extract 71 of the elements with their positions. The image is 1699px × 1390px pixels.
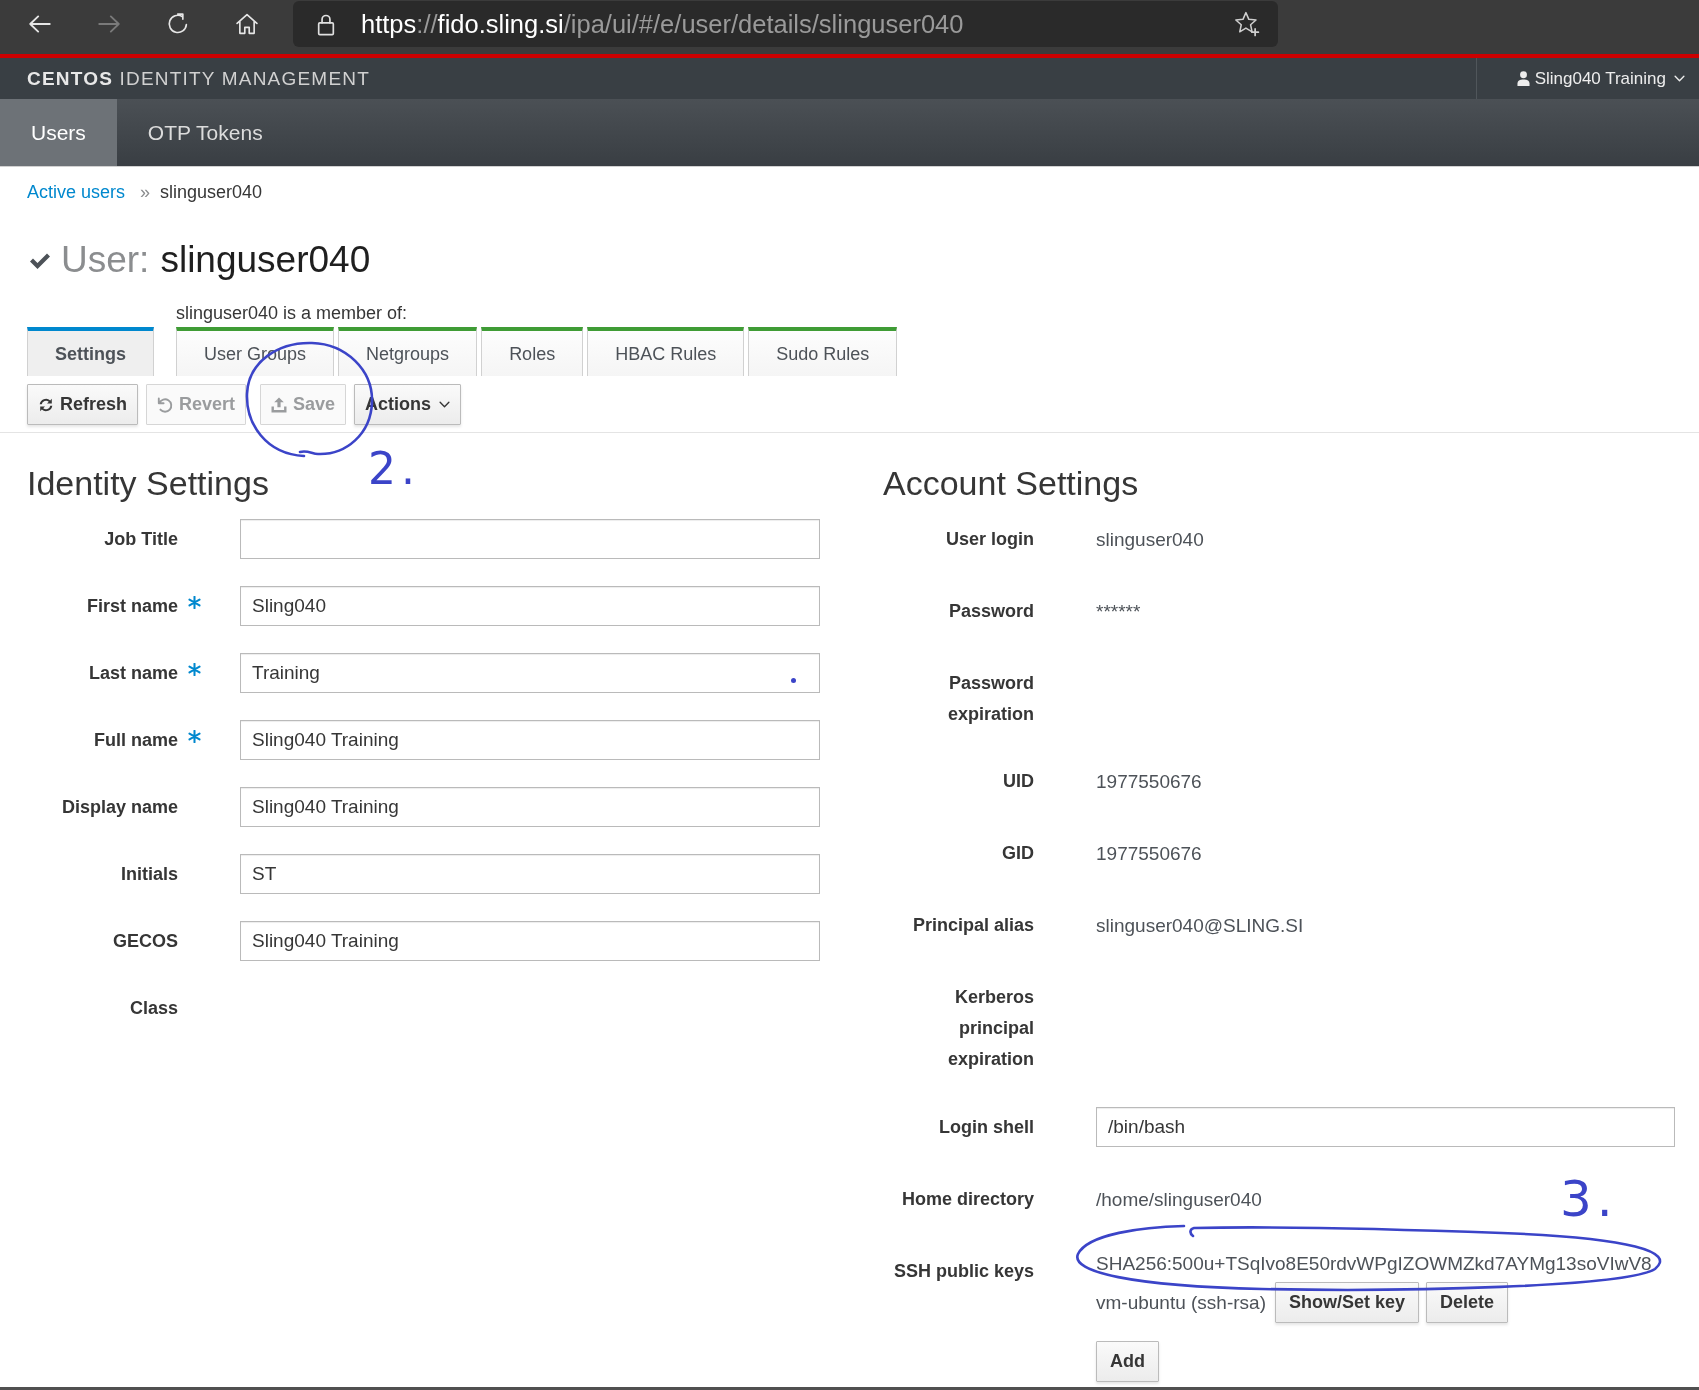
reload-icon[interactable]	[167, 13, 189, 35]
url-text: https://fido.sling.si/ipa/ui/#/e/user/details/slinguser040	[361, 9, 964, 39]
text-input[interactable]: ST	[240, 854, 820, 894]
checkmark-icon	[29, 252, 51, 270]
breadcrumb-separator: »	[140, 181, 151, 204]
lock-icon	[317, 12, 335, 36]
page-title-prefix: User:	[61, 238, 150, 282]
field-label: Initials	[121, 863, 178, 884]
field-value: /home/slinguser040	[1096, 1188, 1262, 1210]
section-tab[interactable]: HBAC Rules	[587, 327, 745, 376]
field-label: Full name	[94, 729, 178, 750]
field-label: Class	[129, 997, 178, 1018]
address-bar[interactable]: https://fido.sling.si/ipa/ui/#/e/user/details/slinguser040	[293, 1, 1278, 47]
field-value: ******	[1096, 600, 1141, 622]
upload-icon	[271, 396, 288, 413]
key-action-button[interactable]: Show/Set key	[1275, 1282, 1420, 1323]
field-value: 1977550676	[1096, 771, 1202, 792]
text-input[interactable]: Sling040 Training	[240, 720, 820, 760]
section-heading: Account Settings	[882, 463, 1139, 504]
field-label: GECOS	[113, 930, 178, 951]
text-input[interactable]: Sling040 Training	[240, 787, 820, 827]
field-label: First name	[86, 595, 178, 616]
text-input[interactable]: Sling040	[240, 586, 820, 626]
star-plus-icon[interactable]	[1234, 11, 1260, 37]
field-label: Home directory	[901, 1188, 1034, 1209]
caret-icon	[439, 401, 451, 408]
section-heading: Identity Settings	[26, 463, 269, 504]
text-input[interactable]: Training	[240, 653, 820, 693]
breadcrumb-current: slinguser040	[160, 181, 263, 204]
home-icon[interactable]	[236, 13, 258, 35]
key-action-button[interactable]: Delete	[1426, 1282, 1509, 1323]
field-label: Last name	[88, 662, 178, 683]
page-title: slinguser040	[160, 238, 371, 282]
person-icon	[1516, 71, 1530, 86]
add-button[interactable]: Add	[1096, 1341, 1159, 1382]
field-label: Principal alias	[912, 915, 1034, 935]
field-label: Display name	[61, 796, 178, 817]
field-value: 1977550676	[1096, 843, 1202, 864]
section-tab[interactable]: Sudo Rules	[748, 327, 898, 376]
text-input[interactable]	[240, 519, 820, 559]
ink-dot-icon	[791, 678, 796, 683]
field-label: Kerberos principal expiration	[947, 987, 1034, 1069]
field-value: slinguser040	[1096, 528, 1204, 550]
text-input[interactable]: Sling040 Training	[240, 921, 820, 961]
field-label: User login	[946, 528, 1034, 549]
field-label: Password expiration	[947, 672, 1034, 724]
section-tab[interactable]: Netgroups	[338, 327, 478, 376]
nav-tab[interactable]: OTP Tokens	[116, 99, 294, 166]
section-tab[interactable]: Roles	[481, 327, 584, 376]
handwritten-number: 3.	[1560, 1174, 1618, 1224]
refresh-icon	[38, 396, 54, 413]
caret-icon	[1674, 75, 1685, 82]
member-of-label: slinguser040 is a member of:	[176, 302, 409, 324]
text-input[interactable]: /bin/bash	[1096, 1107, 1675, 1147]
nav-tab[interactable]: Users	[0, 99, 117, 166]
section-tab[interactable]: Settings	[27, 327, 154, 376]
breadcrumb-link[interactable]: Active users	[27, 180, 126, 204]
arrow-left-icon[interactable]	[29, 14, 51, 34]
field-label: Login shell	[939, 1116, 1034, 1137]
refresh-button[interactable]: Refresh	[27, 384, 139, 425]
field-label: SSH public keys	[893, 1260, 1034, 1281]
field-label: Job Title	[104, 528, 178, 549]
brand-title: CENTOS IDENTITY MANAGEMENT	[26, 67, 370, 90]
handwritten-number: 2.	[368, 447, 421, 491]
undo-icon	[157, 396, 174, 413]
ssh-key-fingerprint: SHA256:500u+TSqIvo8E50rdvWPgIZOWMZkd7AYMg13soVIwV8	[1096, 1252, 1652, 1276]
field-label: UID	[1003, 771, 1034, 791]
field-label: GID	[1002, 843, 1034, 863]
field-value: slinguser040@SLING.SI	[1096, 915, 1304, 936]
field-label: Password	[948, 600, 1034, 621]
ssh-key-comment: vm-ubuntu (ssh-rsa)	[1096, 1291, 1266, 1314]
